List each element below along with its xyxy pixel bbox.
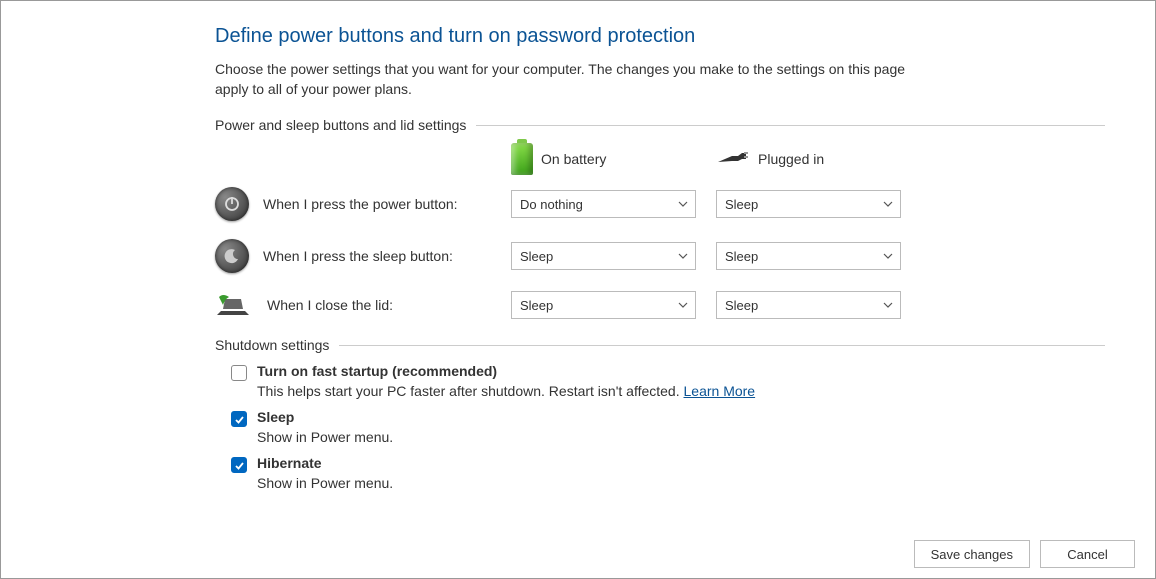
desc-fast-startup: This helps start your PC faster after sh… (257, 383, 684, 399)
desc-sleep: Show in Power menu. (257, 429, 1105, 445)
select-power-plugged-value: Sleep (725, 197, 758, 212)
divider (476, 125, 1105, 126)
select-power-plugged[interactable]: Sleep (716, 190, 901, 218)
select-power-battery-value: Do nothing (520, 197, 583, 212)
select-sleep-plugged[interactable]: Sleep (716, 242, 901, 270)
row-power-label: When I press the power button: (263, 196, 458, 212)
select-sleep-battery-value: Sleep (520, 249, 553, 264)
section-shutdown-label: Shutdown settings (215, 337, 339, 353)
section-power-lid-label: Power and sleep buttons and lid settings (215, 117, 476, 133)
chevron-down-icon (882, 250, 894, 262)
chevron-down-icon (677, 198, 689, 210)
cancel-button[interactable]: Cancel (1040, 540, 1135, 568)
section-shutdown: Shutdown settings (215, 337, 1105, 353)
plug-icon (716, 150, 750, 168)
page-subtitle: Choose the power settings that you want … (215, 60, 935, 99)
label-fast-startup: Turn on fast startup (recommended) (257, 363, 497, 379)
chevron-down-icon (677, 250, 689, 262)
checkbox-fast-startup[interactable] (231, 365, 247, 381)
desc-hibernate: Show in Power menu. (257, 475, 1105, 491)
divider (339, 345, 1105, 346)
chevron-down-icon (677, 299, 689, 311)
select-sleep-battery[interactable]: Sleep (511, 242, 696, 270)
label-sleep: Sleep (257, 409, 294, 425)
col-header-plugged: Plugged in (758, 151, 824, 167)
page-title: Define power buttons and turn on passwor… (215, 25, 1105, 48)
select-power-battery[interactable]: Do nothing (511, 190, 696, 218)
select-lid-plugged[interactable]: Sleep (716, 291, 901, 319)
select-lid-battery[interactable]: Sleep (511, 291, 696, 319)
chevron-down-icon (882, 299, 894, 311)
select-sleep-plugged-value: Sleep (725, 249, 758, 264)
link-learn-more[interactable]: Learn More (684, 383, 756, 399)
power-icon (215, 187, 249, 221)
label-hibernate: Hibernate (257, 455, 322, 471)
col-header-battery: On battery (541, 151, 606, 167)
lid-icon (215, 291, 253, 319)
row-sleep-label: When I press the sleep button: (263, 248, 453, 264)
sleep-icon (215, 239, 249, 273)
checkbox-sleep[interactable] (231, 411, 247, 427)
battery-icon (511, 143, 533, 175)
checkbox-hibernate[interactable] (231, 457, 247, 473)
save-button[interactable]: Save changes (914, 540, 1030, 568)
section-power-lid: Power and sleep buttons and lid settings (215, 117, 1105, 133)
select-lid-battery-value: Sleep (520, 298, 553, 313)
select-lid-plugged-value: Sleep (725, 298, 758, 313)
chevron-down-icon (882, 198, 894, 210)
row-lid-label: When I close the lid: (267, 297, 393, 313)
